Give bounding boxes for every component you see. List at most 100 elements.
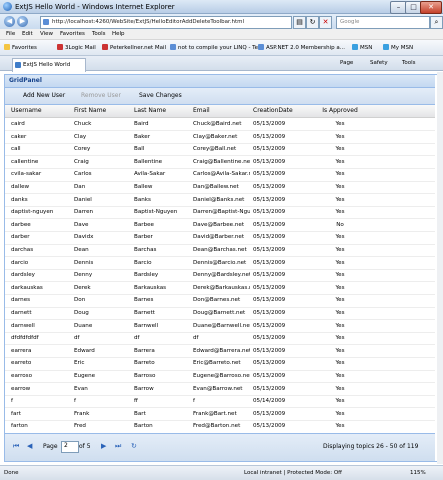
fav-item-3logic[interactable]: 3Logic Mail	[57, 44, 96, 51]
table-row[interactable]: callentine Craig Ballentine Craig@Ballentin…	[5, 156, 435, 169]
cell-creation-date: 05/13/2009	[253, 158, 286, 165]
menu-favorites[interactable]: Favorites	[60, 31, 85, 37]
table-row[interactable]: dfdfdfdfdf df df df 05/13/2009 Yes	[5, 332, 435, 346]
tools-menu[interactable]: Tools	[402, 60, 416, 66]
page-menu[interactable]: Page	[340, 60, 353, 66]
menu-help[interactable]: Help	[112, 31, 125, 37]
zoom-level[interactable]: 115%	[410, 470, 426, 476]
save-changes-button[interactable]: Save Changes	[139, 92, 182, 99]
cell-first-name: Duane	[74, 322, 93, 329]
cell-email: df	[193, 335, 199, 342]
cell-email: Daniel@Banks.net	[193, 196, 245, 203]
table-row[interactable]: caird Chuck Baird Chuck@Baird.net 05/13/2009…	[5, 118, 435, 132]
page-scrollbar[interactable]	[437, 72, 443, 464]
table-row[interactable]: fart Frank Bart Frank@Bart.net 05/13/2009 Yes	[5, 408, 435, 421]
table-row[interactable]: dallew Dan Ballew Dan@Ballew.net 05/13/2009 Y…	[5, 181, 435, 195]
table-row[interactable]: danks Daniel Banks Daniel@Banks.net 05/13/20…	[5, 194, 435, 207]
fav-item-mymsn[interactable]: My MSN	[383, 44, 413, 51]
table-row[interactable]: darnett Doug Barnett Doug@Barnett.net 05/13/…	[5, 307, 435, 321]
search-icon[interactable]: ⌕	[430, 16, 443, 29]
menu-view[interactable]: View	[40, 31, 53, 37]
table-row[interactable]: daptist-nguyen Darren Baptist-Nguyen Darren…	[5, 206, 435, 220]
forward-button[interactable]: ▶	[17, 16, 28, 27]
table-row[interactable]: darcio Dennis Barcio Dennis@Barcio.net 05/13…	[5, 257, 435, 270]
cell-username: darber	[11, 234, 30, 241]
cell-last-name: Barnwell	[134, 322, 159, 329]
table-row[interactable]: darnes Don Barnes Don@Barnes.net 05/13/2009 Y…	[5, 294, 435, 308]
column-header-email[interactable]: Email	[193, 107, 250, 114]
table-row[interactable]: dardsley Denny Bardsley Denny@Bardsley.net 0…	[5, 269, 435, 283]
fav-label: My MSN	[391, 45, 414, 51]
table-row[interactable]: darnwell Duane Barnwell Duane@Barnwell.net 0…	[5, 320, 435, 333]
browser-tab[interactable]: ExtJS Hello World	[12, 58, 86, 72]
stop-icon[interactable]: ✕	[319, 16, 332, 29]
cell-creation-date: 05/13/2009	[253, 373, 286, 379]
address-bar[interactable]: http://localhost:4260/WebSite/ExtJS/Hell…	[40, 16, 292, 29]
table-row[interactable]: caker Clay Baker Clay@Baker.net 05/13/2009 Ye…	[5, 131, 435, 144]
tab-label: ExtJS Hello World	[23, 62, 71, 68]
table-row[interactable]: darber Davidx Barber David@Barber.net 05/13/…	[5, 231, 435, 245]
safety-menu[interactable]: Safety	[370, 60, 388, 66]
menu-tools[interactable]: Tools	[92, 31, 106, 37]
refresh-icon[interactable]: ↻	[131, 442, 137, 450]
cell-username: earrow	[11, 385, 31, 392]
column-header-creation-date[interactable]: CreationDate	[253, 107, 311, 114]
cell-creation-date: 05/13/2009	[253, 272, 286, 279]
cell-first-name: Eric	[74, 360, 85, 367]
favorites-button[interactable]: Favorites	[4, 44, 37, 51]
search-input[interactable]: Google	[336, 16, 430, 29]
cell-first-name: df	[74, 335, 80, 342]
cell-is-approved: Yes	[335, 322, 345, 329]
add-user-button[interactable]: Add New User	[23, 92, 65, 99]
table-row[interactable]: earrow Evan Barrow Evan@Barrow.net 05/13/200…	[5, 383, 435, 396]
cell-last-name: Barroso	[134, 373, 156, 379]
table-row[interactable]: earreto Eric Barreto Eric@Barreto.net 05/13/…	[5, 357, 435, 371]
cell-creation-date: 05/13/2009	[253, 234, 286, 241]
table-row[interactable]: darbee Dave Barbee Dave@Barbee.net 05/13/200…	[5, 219, 435, 232]
cell-creation-date: 05/13/2009	[253, 297, 286, 304]
table-row[interactable]: farton Fred Barton Fred@Barton.net 05/13/200…	[5, 420, 435, 434]
table-row[interactable]: call Corey Ball Corey@Ball.net 05/13/2009 Yes	[5, 143, 435, 157]
cell-first-name: Carlos	[74, 171, 92, 178]
cell-email: Corey@Ball.net	[193, 146, 237, 153]
fav-item-peterkellner[interactable]: Peterkellner.net Mail	[102, 44, 166, 51]
msn-icon	[352, 44, 358, 50]
menu-file[interactable]: File	[6, 31, 15, 37]
table-row[interactable]: earrera Edward Barrera Edward@Barrera.net 05…	[5, 345, 435, 358]
page-number-input[interactable]: 2	[61, 441, 79, 453]
address-row: ◀ ▶ http://localhost:4260/WebSite/ExtJS/…	[0, 14, 443, 29]
fav-item-aspnet[interactable]: ASP.NET 2.0 Membership a...	[258, 44, 345, 51]
menu-edit[interactable]: Edit	[22, 31, 33, 37]
table-row[interactable]: f f ff f 05/14/2009 Yes	[5, 395, 435, 409]
column-header-first-name[interactable]: First Name	[74, 107, 130, 114]
fav-item-msn[interactable]: MSN	[352, 44, 372, 51]
table-row[interactable]: darchas Dean Barchas Dean@Barchas.net 05/13/…	[5, 244, 435, 258]
cell-last-name: Barnes	[134, 297, 154, 304]
table-row[interactable]: darkauskas Derek Barkauskas Derek@Barkauska…	[5, 282, 435, 295]
fav-label: not to compile your LINQ - Te...	[178, 45, 264, 51]
back-button[interactable]: ◀	[4, 16, 15, 27]
menu-bar: File Edit View Favorites Tools Help	[0, 29, 443, 40]
table-row[interactable]: cvila-sakar Carlos Avila-Sakar Carlos@Avila…	[5, 168, 435, 182]
last-page-icon[interactable]: ⏭	[115, 442, 121, 451]
refresh-icon[interactable]: ↻	[306, 16, 319, 29]
cell-first-name: Dean	[74, 247, 89, 253]
gmail-icon	[57, 44, 63, 50]
first-page-icon[interactable]: ⏮	[13, 442, 19, 451]
page-label: Page	[43, 443, 58, 450]
column-header-username[interactable]: Username	[11, 107, 67, 114]
compatibility-icon[interactable]: ▤	[293, 16, 306, 29]
column-header-is-approved[interactable]: Is Approved	[314, 107, 366, 114]
panel-title: GridPanel	[9, 77, 42, 84]
fav-label: 3Logic Mail	[65, 45, 96, 51]
cell-last-name: Bart	[134, 410, 146, 417]
tab-row: ExtJS Hello World Page Safety Tools	[0, 56, 443, 72]
next-page-icon[interactable]: ▶	[101, 442, 106, 450]
cell-username: earroso	[11, 373, 33, 379]
remove-user-button[interactable]: Remove User	[81, 92, 121, 99]
table-row[interactable]: earroso Eugene Barroso Eugene@Barroso.net 05…	[5, 370, 435, 384]
column-header-last-name[interactable]: Last Name	[134, 107, 190, 114]
fav-item-linq[interactable]: not to compile your LINQ - Te...	[170, 44, 263, 51]
close-button[interactable]: ✕	[420, 1, 442, 14]
prev-page-icon[interactable]: ◀	[27, 442, 32, 450]
